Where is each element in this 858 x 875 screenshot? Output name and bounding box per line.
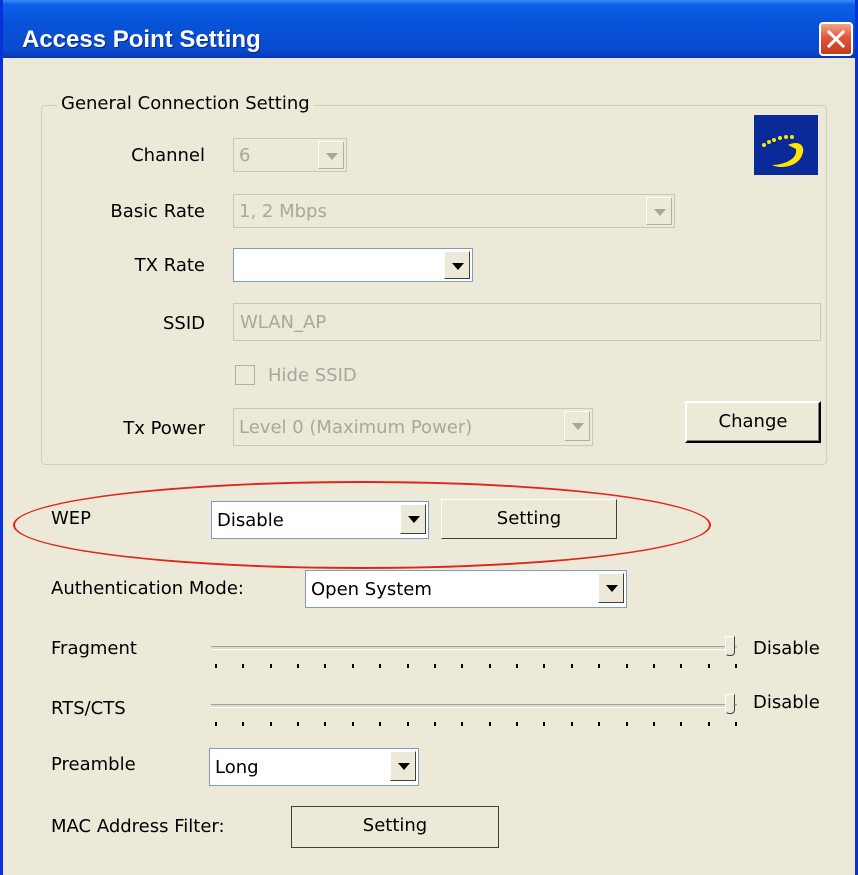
slider-tick <box>598 722 600 726</box>
slider-tick <box>379 722 381 726</box>
wep-value: Disable <box>217 510 284 531</box>
tx-rate-select[interactable] <box>233 248 473 282</box>
dropdown-arrow-icon <box>564 411 590 441</box>
slider-tick <box>407 722 409 726</box>
slider-tick <box>297 722 299 726</box>
slider-tick <box>516 664 518 668</box>
window-title: Access Point Setting <box>22 26 261 53</box>
dropdown-arrow-icon <box>646 197 672 225</box>
slider-tick <box>653 722 655 726</box>
dialog-window: Access Point Setting General Connection … <box>0 0 858 875</box>
change-button[interactable]: Change <box>685 401 821 443</box>
slider-tick <box>242 664 244 668</box>
slider-tick <box>626 722 628 726</box>
wep-setting-button[interactable]: Setting <box>441 499 617 539</box>
slider-tick <box>324 722 326 726</box>
hide-ssid-label: Hide SSID <box>268 365 357 386</box>
wep-select[interactable]: Disable <box>211 501 429 539</box>
slider-tick <box>571 664 573 668</box>
slider-tick <box>352 722 354 726</box>
ssid-input[interactable]: WLAN_AP <box>233 303 821 341</box>
rts-cts-value-label: Disable <box>753 692 820 713</box>
slider-tick <box>215 722 217 726</box>
slider-tick <box>461 722 463 726</box>
slider-tick <box>215 664 217 668</box>
basic-rate-label: Basic Rate <box>110 201 205 222</box>
slider-tick <box>543 664 545 668</box>
tx-rate-label: TX Rate <box>134 255 205 276</box>
rts-cts-slider-thumb[interactable] <box>725 694 735 714</box>
slider-tick <box>297 664 299 668</box>
group-legend: General Connection Setting <box>57 93 314 114</box>
wep-label: WEP <box>51 508 92 529</box>
preamble-value: Long <box>215 757 259 778</box>
slider-tick <box>708 664 710 668</box>
slider-tick <box>242 722 244 726</box>
ssid-label: SSID <box>162 313 205 334</box>
slider-tick <box>407 664 409 668</box>
slider-tick <box>379 664 381 668</box>
slider-tick <box>735 664 737 668</box>
channel-label: Channel <box>131 145 205 166</box>
slider-tick <box>598 664 600 668</box>
channel-select[interactable]: 6 <box>233 138 347 172</box>
preamble-select[interactable]: Long <box>209 748 419 786</box>
channel-value: 6 <box>239 145 251 166</box>
slider-tick <box>434 664 436 668</box>
ssid-value: WLAN_AP <box>240 312 327 333</box>
close-icon <box>827 30 845 48</box>
slider-tick <box>626 664 628 668</box>
close-button[interactable] <box>819 22 853 56</box>
rts-cts-label: RTS/CTS <box>51 698 126 719</box>
slider-tick <box>324 664 326 668</box>
rts-cts-ticks <box>215 722 737 730</box>
rts-cts-slider-track[interactable] <box>211 704 737 708</box>
basic-rate-select[interactable]: 1, 2 Mbps <box>233 194 675 228</box>
slider-tick <box>516 722 518 726</box>
hide-ssid-checkbox[interactable] <box>235 365 255 385</box>
tx-power-label: Tx Power <box>123 418 205 439</box>
slider-tick <box>571 722 573 726</box>
basic-rate-value: 1, 2 Mbps <box>239 201 327 222</box>
tx-power-value: Level 0 (Maximum Power) <box>239 417 473 438</box>
slider-tick <box>461 664 463 668</box>
mac-filter-setting-button[interactable]: Setting <box>291 806 499 848</box>
dropdown-arrow-icon <box>444 251 470 279</box>
slider-tick <box>653 664 655 668</box>
authentication-mode-label: Authentication Mode: <box>51 578 244 599</box>
tx-power-select[interactable]: Level 0 (Maximum Power) <box>233 408 593 446</box>
slider-tick <box>270 664 272 668</box>
wireless-logo-icon <box>754 115 818 175</box>
slider-tick <box>489 664 491 668</box>
dropdown-arrow-icon <box>400 504 426 534</box>
title-bar[interactable]: Access Point Setting <box>3 0 855 58</box>
preamble-label: Preamble <box>51 754 136 775</box>
slider-tick <box>680 664 682 668</box>
fragment-slider-thumb[interactable] <box>725 636 735 656</box>
fragment-slider-track[interactable] <box>211 646 737 650</box>
authentication-mode-value: Open System <box>311 579 432 600</box>
fragment-value-label: Disable <box>753 638 820 659</box>
dropdown-arrow-icon <box>598 573 624 603</box>
slider-tick <box>680 722 682 726</box>
slider-tick <box>270 722 272 726</box>
dropdown-arrow-icon <box>318 141 344 169</box>
fragment-ticks <box>215 664 737 672</box>
slider-tick <box>708 722 710 726</box>
slider-tick <box>352 664 354 668</box>
authentication-mode-select[interactable]: Open System <box>305 570 627 608</box>
slider-tick <box>434 722 436 726</box>
slider-tick <box>543 722 545 726</box>
slider-tick <box>735 722 737 726</box>
mac-address-filter-label: MAC Address Filter: <box>51 816 225 837</box>
dropdown-arrow-icon <box>390 751 416 781</box>
slider-tick <box>489 722 491 726</box>
fragment-label: Fragment <box>51 638 137 659</box>
